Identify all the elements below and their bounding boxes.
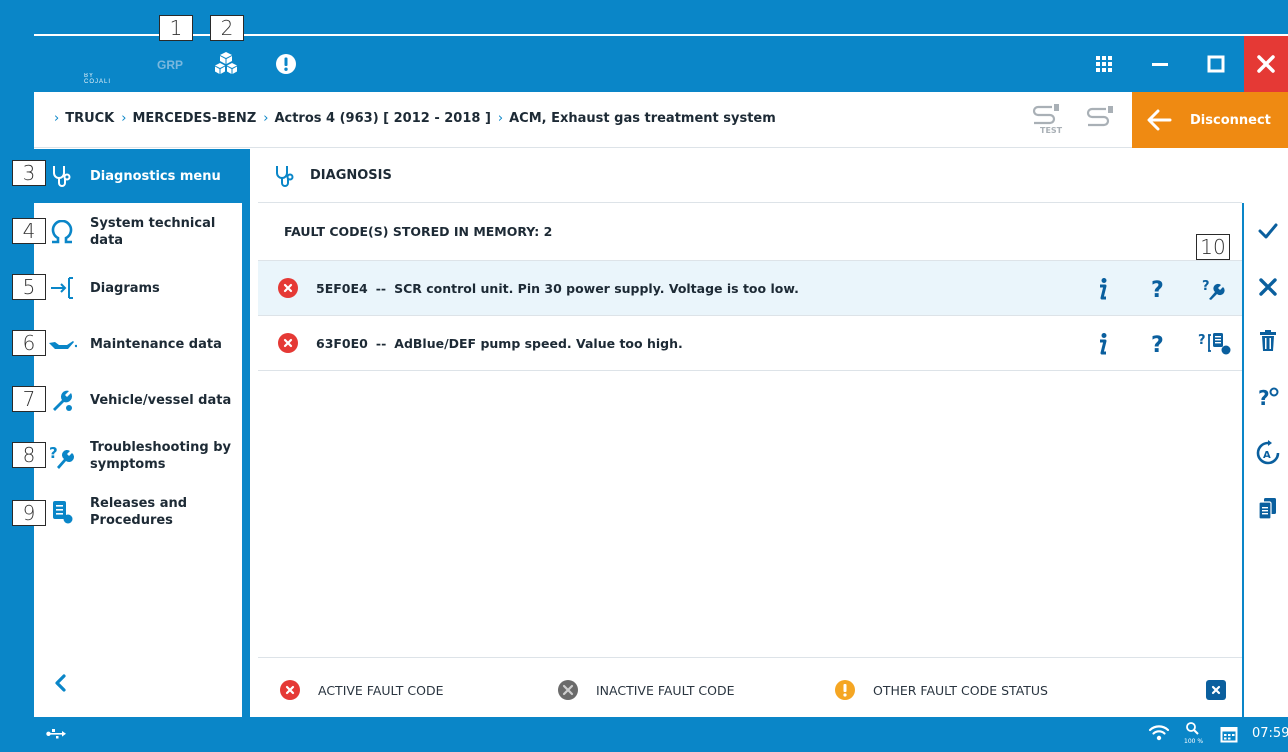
title-bar: jaltest BY COJALI GRP xyxy=(34,34,1288,733)
fault-separator: -- xyxy=(375,280,387,296)
callout-3: 3 xyxy=(12,160,46,186)
close-icon[interactable] xyxy=(1244,36,1288,92)
fault-code: 63F0E0 xyxy=(316,335,368,351)
disconnect-button[interactable]: Disconnect xyxy=(1132,92,1288,148)
info-icon[interactable] xyxy=(1088,330,1116,358)
help-settings-icon[interactable]: ? xyxy=(1254,383,1282,411)
refresh-icon[interactable]: A xyxy=(1254,439,1282,467)
test-mode-icon[interactable]: TEST xyxy=(1030,102,1064,138)
sidebar-item-system-technical-data[interactable]: System technical data xyxy=(34,205,250,259)
active-fault-icon xyxy=(278,333,298,353)
callout-1: 1 xyxy=(159,15,193,41)
calendar-icon[interactable] xyxy=(1220,725,1238,746)
minimize-icon[interactable] xyxy=(1134,36,1186,92)
active-fault-icon xyxy=(278,278,298,298)
delete-icon[interactable] xyxy=(1254,327,1282,355)
collapse-sidebar-icon[interactable] xyxy=(52,673,68,697)
legend-active: ACTIVE FAULT CODE xyxy=(280,680,444,700)
maximize-icon[interactable] xyxy=(1190,36,1242,92)
sidebar-item-troubleshooting[interactable]: ? Troubleshooting by symptoms xyxy=(34,429,250,483)
callout-4: 4 xyxy=(12,218,46,244)
breadcrumb-model[interactable]: Actros 4 (963) [ 2012 - 2018 ] xyxy=(274,111,490,126)
fault-description: SCR control unit. Pin 30 power supply. V… xyxy=(394,280,799,296)
callout-8: 8 xyxy=(12,442,46,468)
status-bar: 100 % 07:59 xyxy=(34,717,1288,752)
connection-icon[interactable] xyxy=(1084,104,1118,134)
help-icon[interactable]: ? xyxy=(1144,275,1172,303)
help-icon[interactable]: ? xyxy=(1144,330,1172,358)
info-icon[interactable] xyxy=(1088,275,1116,303)
fault-description: AdBlue/DEF pump speed. Value too high. xyxy=(394,335,683,351)
breadcrumb-truck[interactable]: TRUCK xyxy=(65,111,114,126)
cubes-icon[interactable] xyxy=(212,50,240,78)
sidebar-item-diagnostics-menu[interactable]: Diagnostics menu xyxy=(34,149,250,203)
fault-code: 5EF0E4 xyxy=(316,280,368,296)
callout-2: 2 xyxy=(210,15,244,41)
app-window: jaltest BY COJALI GRP xyxy=(34,34,1288,752)
sidebar-item-vehicle-vessel-data[interactable]: Vehicle/vessel data xyxy=(34,373,250,427)
zoom-icon[interactable]: 100 % xyxy=(1184,721,1204,749)
clear-icon[interactable] xyxy=(1254,273,1282,301)
clock-time: 07:59 xyxy=(1252,726,1288,741)
diagnosis-header: DIAGNOSIS xyxy=(258,149,1242,203)
usb-icon xyxy=(46,727,66,744)
fault-separator: -- xyxy=(375,335,387,351)
fault-row[interactable]: 5EF0E4 -- SCR control unit. Pin 30 power… xyxy=(258,261,1242,316)
alert-icon[interactable] xyxy=(272,50,300,78)
callout-9: 9 xyxy=(12,500,46,526)
procedure-diagram-icon[interactable]: ? xyxy=(1198,330,1232,358)
callout-7: 7 xyxy=(12,386,46,412)
breadcrumb-make[interactable]: MERCEDES-BENZ xyxy=(132,111,256,126)
legend-inactive: INACTIVE FAULT CODE xyxy=(558,680,735,700)
sidebar: Diagnostics menu System technical data D… xyxy=(34,149,250,717)
reports-icon[interactable] xyxy=(1254,495,1282,523)
wifi-icon[interactable] xyxy=(1148,724,1170,745)
fault-count: FAULT CODE(S) STORED IN MEMORY: 2 xyxy=(258,203,1242,261)
diagnosis-panel: DIAGNOSIS FAULT CODE(S) STORED IN MEMORY… xyxy=(258,149,1242,717)
page-title: DIAGNOSIS xyxy=(310,168,392,183)
svg-text:?: ? xyxy=(1198,333,1206,348)
svg-text:?: ? xyxy=(1258,386,1270,409)
sidebar-item-releases-procedures[interactable]: Releases and Procedures xyxy=(34,485,250,539)
active-fault-icon xyxy=(280,680,300,700)
callout-10: 10 xyxy=(1196,234,1230,260)
breadcrumb-bar: › TRUCK › MERCEDES-BENZ › Actros 4 (963) [ … xyxy=(34,92,1288,148)
right-toolbar: ? A xyxy=(1242,203,1288,717)
svg-text:?: ? xyxy=(1151,333,1164,356)
warning-icon xyxy=(835,680,855,700)
svg-text:?: ? xyxy=(1151,278,1164,301)
grp-label[interactable]: GRP xyxy=(157,58,183,72)
breadcrumb-system[interactable]: ACM, Exhaust gas treatment system xyxy=(509,111,776,126)
troubleshooting-guide-icon[interactable]: ? xyxy=(1200,275,1228,303)
legend-other: OTHER FAULT CODE STATUS xyxy=(835,680,1048,700)
apps-grid-icon[interactable] xyxy=(1078,36,1130,92)
callout-6: 6 xyxy=(12,330,46,356)
svg-text:?: ? xyxy=(1202,279,1210,294)
fault-row[interactable]: 63F0E0 -- AdBlue/DEF pump speed. Value t… xyxy=(258,316,1242,371)
breadcrumb: › TRUCK › MERCEDES-BENZ › Actros 4 (963) [ … xyxy=(54,111,776,126)
sidebar-item-diagrams[interactable]: Diagrams xyxy=(34,261,250,315)
inactive-fault-icon xyxy=(558,680,578,700)
checkmark-icon[interactable] xyxy=(1254,217,1282,245)
sidebar-item-maintenance-data[interactable]: Maintenance data xyxy=(34,317,250,371)
callout-5: 5 xyxy=(12,274,46,300)
svg-text:?: ? xyxy=(49,444,58,462)
fault-legend: ACTIVE FAULT CODE INACTIVE FAULT CODE OT… xyxy=(258,657,1242,717)
svg-text:A: A xyxy=(1263,450,1271,461)
stethoscope-icon xyxy=(274,164,296,188)
clear-legend-icon[interactable] xyxy=(1206,680,1226,700)
arrow-left-icon xyxy=(1146,109,1172,131)
